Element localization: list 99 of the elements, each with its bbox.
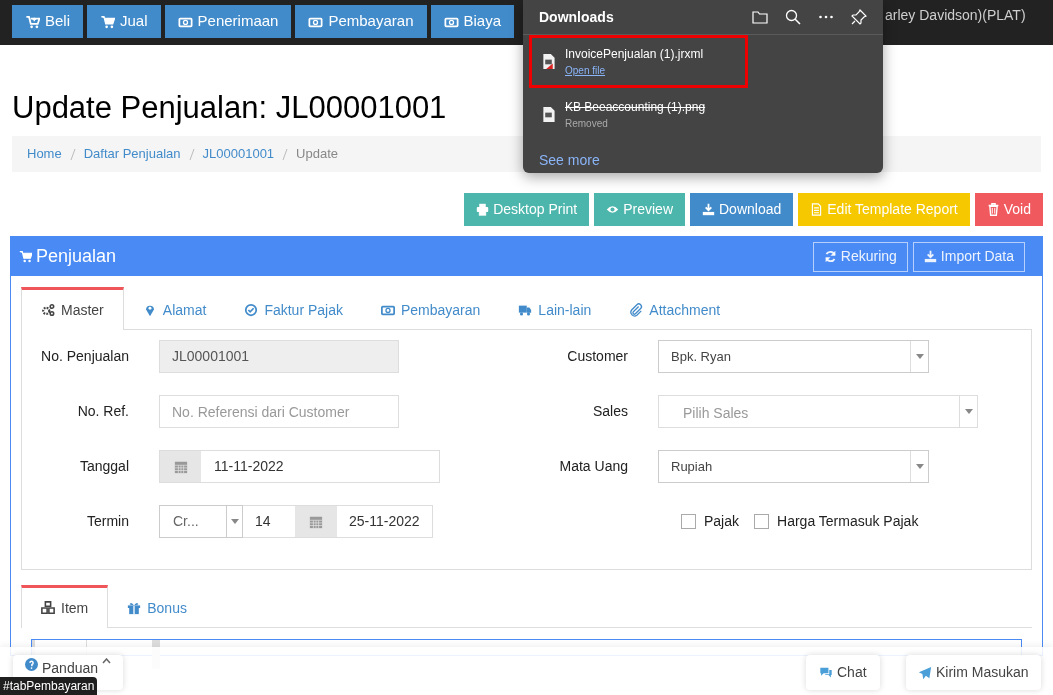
pin-icon (851, 9, 867, 25)
cubes-icon (41, 601, 55, 615)
download-status: Removed (565, 117, 609, 131)
date-field[interactable]: 11-11-2022 (159, 450, 440, 483)
money-icon (380, 303, 395, 317)
tab[interactable]: Item (21, 585, 109, 628)
calendar-icon (173, 459, 188, 474)
checkbox[interactable] (681, 514, 696, 529)
download-file-name: InvoicePenjualan (1).jrxml (565, 46, 704, 63)
cart-icon (19, 250, 32, 263)
nav-button[interactable]: Beli (12, 5, 83, 38)
open-file-link[interactable]: Open file (565, 63, 606, 78)
select-value: Rupiah (670, 457, 714, 476)
field-label: Termin (86, 512, 129, 531)
search-icon (785, 9, 801, 25)
field-label: No. Penjualan (40, 347, 129, 366)
search-button[interactable] (784, 8, 802, 26)
file-icon (542, 107, 555, 122)
chat-button[interactable]: Chat (806, 655, 880, 690)
readonly-field: JL00001001 (159, 340, 399, 373)
printer-icon (476, 203, 490, 216)
field-label: Customer (566, 347, 628, 366)
feedback-button[interactable]: Kirim Masukan (906, 655, 1041, 690)
breadcrumb-link[interactable]: Home (27, 144, 62, 164)
help-icon (25, 658, 38, 671)
folder-button[interactable] (751, 8, 769, 26)
checkbox[interactable] (754, 514, 770, 529)
slash-separator-icon (188, 148, 195, 160)
see-more-link[interactable]: See more (539, 150, 883, 171)
page-title: Update Penjualan: JL00001001 (12, 89, 447, 127)
trash-icon (986, 203, 1000, 216)
download-item[interactable]: InvoicePenjualan (1).jrxml Open file (529, 35, 748, 88)
date-value: 25-11-2022 (348, 512, 420, 531)
download-icon (923, 250, 937, 263)
panel-button[interactable]: Rekuring (812, 241, 908, 272)
select-value: Cr... (172, 512, 200, 531)
nav-button[interactable]: Jual (87, 5, 161, 38)
input-field[interactable]: No. Referensi dari Customer (159, 395, 399, 428)
slash-separator-icon (282, 148, 289, 160)
paperclip-icon (629, 303, 644, 317)
select-field[interactable]: Rupiah (658, 450, 929, 483)
select-field[interactable]: Bpk. Ryan (658, 340, 929, 373)
document-icon (810, 203, 824, 216)
link-tooltip: #tabPembayaran (0, 677, 98, 695)
breadcrumb-link[interactable]: JL00001001 (202, 144, 275, 164)
checkbox-label: Pajak (704, 512, 740, 531)
file-icon (542, 54, 555, 69)
caret-down-icon (915, 354, 924, 359)
select-placeholder: Pilih Sales (682, 404, 750, 423)
download-file-name: KB Beeaccounting (1).png (565, 99, 706, 116)
downloads-title: Downloads (539, 7, 615, 27)
chat-bubbles-icon (819, 666, 833, 679)
tab[interactable]: Lain-lain (499, 287, 611, 330)
panel-title: Penjualan (36, 245, 117, 268)
select-field[interactable]: Cr... (159, 505, 243, 538)
slash-separator-icon (69, 148, 76, 160)
tab[interactable]: Bonus (108, 585, 206, 628)
chevron-up-icon (102, 658, 112, 664)
action-button[interactable]: Void (974, 193, 1043, 226)
tab[interactable]: Master (21, 287, 124, 330)
tab[interactable]: Pembayaran (361, 287, 500, 330)
field-label: Sales (591, 402, 628, 421)
paper-plane-icon (918, 665, 932, 680)
calendar-icon (309, 514, 323, 529)
download-icon (702, 203, 715, 216)
cart-icon (25, 14, 40, 29)
action-button[interactable]: Desktop Print (464, 193, 590, 226)
folder-icon (752, 9, 768, 25)
action-button[interactable]: Download (690, 193, 794, 226)
user-name: arley Davidson)(PLAT) (885, 6, 1026, 25)
tab[interactable]: Attachment (610, 287, 740, 330)
nav-button[interactable]: Penerimaan (164, 5, 292, 38)
refresh-icon (823, 250, 837, 263)
tab[interactable]: Faktur Pajak (225, 287, 362, 330)
action-button[interactable]: Preview (594, 193, 685, 226)
caret-down-icon (915, 464, 924, 469)
tab[interactable]: Alamat (123, 287, 226, 330)
gift-icon (127, 601, 142, 615)
download-item[interactable]: KB Beeaccounting (1).png Removed (529, 88, 877, 141)
panel-button[interactable]: Import Data (912, 241, 1025, 272)
field-label: No. Ref. (76, 402, 129, 421)
date-value: 11-11-2022 (213, 457, 284, 476)
cart-icon (100, 14, 115, 29)
field-label: Mata Uang (558, 457, 628, 476)
field-label: Tanggal (78, 457, 129, 476)
nav-button[interactable]: Pembayaran (295, 5, 427, 38)
check-circle-icon (244, 303, 259, 317)
nav-button[interactable]: Biaya (430, 5, 515, 38)
pin-button[interactable] (850, 8, 868, 26)
caret-down-icon (230, 519, 239, 524)
eye-icon (606, 203, 620, 216)
date-field[interactable]: 25-11-2022 (295, 505, 433, 538)
breadcrumb-link[interactable]: Daftar Penjualan (83, 144, 181, 164)
caret-down-icon (964, 409, 973, 414)
checkbox-label: Harga Termasuk Pajak (777, 512, 919, 531)
select-field[interactable]: Pilih Sales (658, 395, 978, 428)
breadcrumb-current: Update (296, 145, 339, 164)
truck-icon (518, 303, 533, 317)
select-value: Bpk. Ryan (670, 347, 732, 366)
